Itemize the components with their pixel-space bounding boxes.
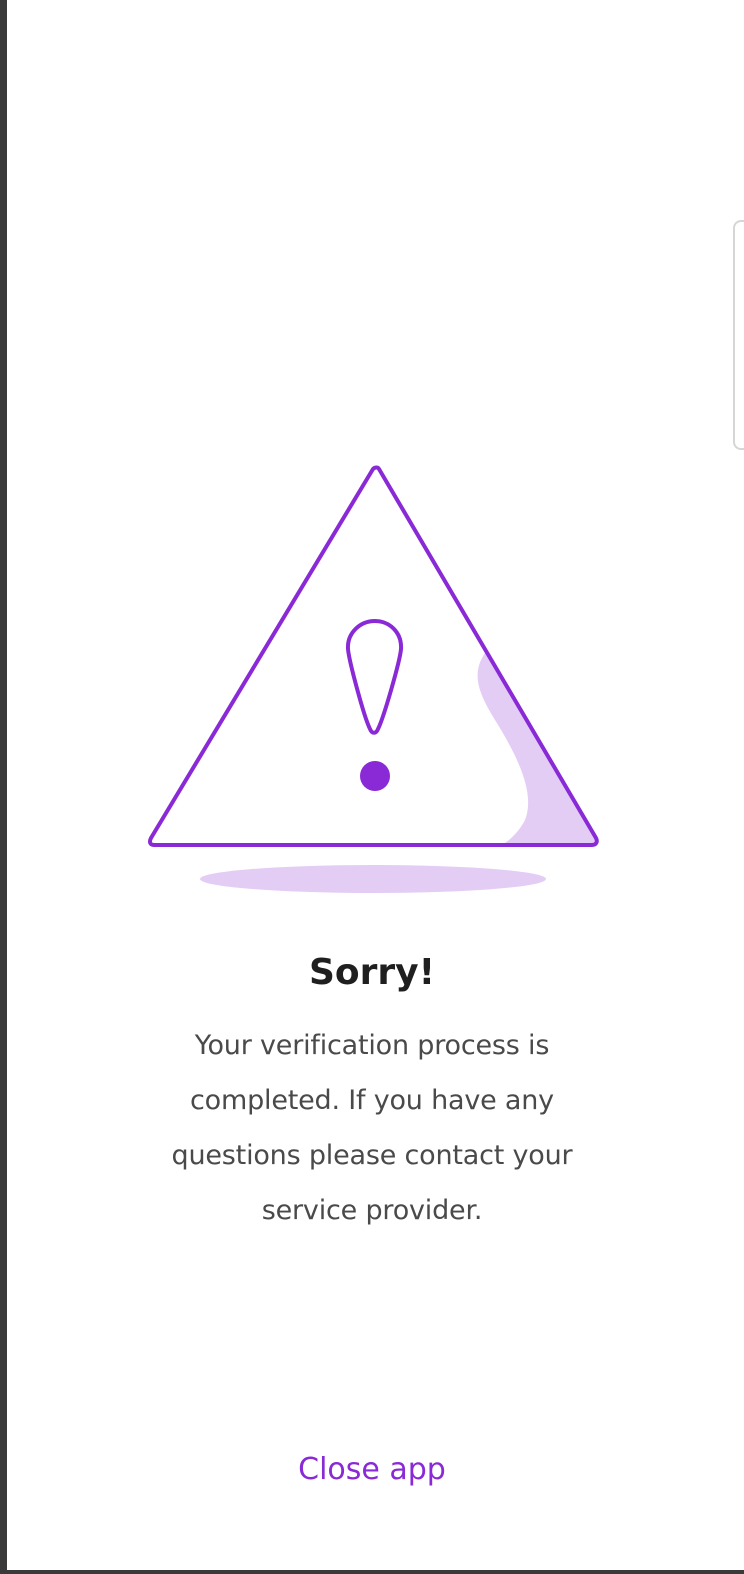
warning-illustration bbox=[140, 455, 610, 905]
dialog-message: Your verification process is completed. … bbox=[171, 1030, 573, 1226]
dialog-title: Sorry! bbox=[308, 952, 436, 993]
side-drawer-handle[interactable] bbox=[733, 220, 744, 450]
illustration-accent-shape bbox=[477, 653, 597, 843]
warning-triangle-icon bbox=[148, 465, 599, 893]
close-app-button[interactable]: Close app bbox=[222, 1440, 522, 1500]
illustration-shadow bbox=[200, 865, 546, 893]
device-frame-bottom bbox=[0, 1570, 744, 1574]
exclamation-stem bbox=[345, 619, 404, 735]
device-frame-left bbox=[0, 0, 7, 1574]
exclamation-dot bbox=[360, 761, 390, 791]
